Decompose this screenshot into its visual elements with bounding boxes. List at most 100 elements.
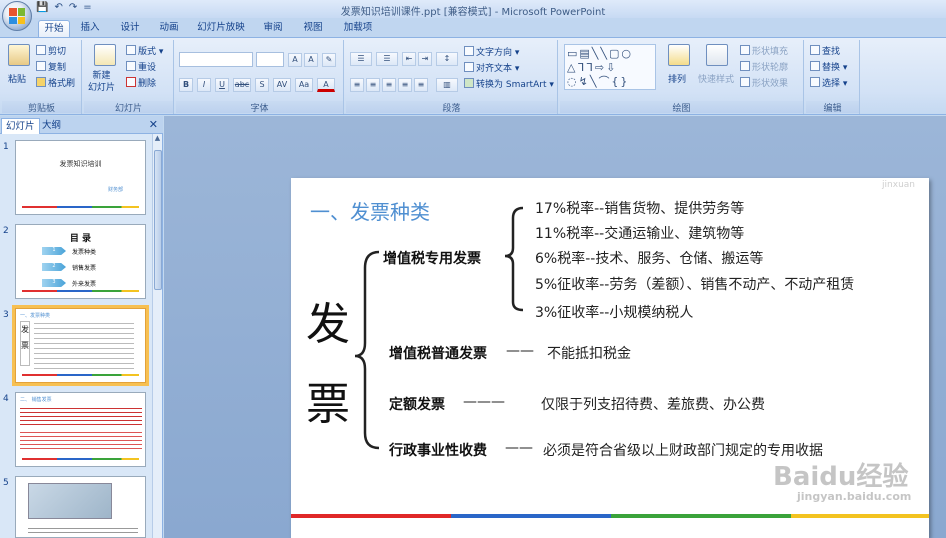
tab-review[interactable]: 审阅 [259, 20, 287, 37]
copy-icon [36, 61, 46, 71]
paste-icon[interactable] [8, 44, 30, 66]
shape-outline-button[interactable]: 形状轮廓 [740, 60, 788, 73]
pane-scrollbar[interactable]: ▲ [152, 134, 162, 538]
char-spacing-button[interactable]: AV [273, 78, 291, 92]
tab-view[interactable]: 视图 [299, 20, 327, 37]
align-right-icon[interactable]: ≡ [382, 78, 396, 92]
tab-home[interactable]: 开始 [38, 20, 70, 37]
slide-thumbnail-3[interactable]: 一、发票种类 发票 [12, 305, 149, 386]
color-bar-yellow [791, 514, 929, 518]
thumb-number: 5 [3, 478, 9, 488]
new-slide-icon[interactable] [94, 44, 116, 66]
decrease-indent-icon[interactable]: ⇤ [402, 52, 416, 66]
font-color-button[interactable]: A [317, 78, 335, 92]
thumb-title: 二、 销售发票 [20, 397, 52, 403]
scroll-thumb[interactable] [154, 150, 162, 290]
align-center-icon[interactable]: ≡ [366, 78, 380, 92]
find-label: 查找 [822, 47, 841, 57]
slide[interactable]: jinxuan 一、发票种类 发 票 增值税专用发票 17%税率--销售货物、提… [291, 178, 929, 538]
reset-button[interactable]: 重设 [126, 60, 156, 73]
vat-special-label: 增值税专用发票 [383, 251, 481, 267]
text-direction-button[interactable]: 文字方向 ▾ [464, 45, 519, 58]
slide-thumbnail-1[interactable]: 发票知识培训 财务部 [15, 140, 146, 215]
baidu-watermark: Baidu经验 [773, 462, 909, 492]
thumb-subtitle: 财务部 [108, 187, 124, 193]
vat-normal-desc: 不能抵扣税金 [547, 346, 631, 362]
office-button[interactable] [2, 1, 32, 31]
scissors-icon [36, 45, 46, 55]
quick-styles-icon[interactable] [706, 44, 728, 66]
quick-styles-button[interactable]: 快速样式 [698, 72, 734, 85]
bold-button[interactable]: B [179, 78, 193, 92]
close-pane-icon[interactable]: ✕ [149, 118, 158, 131]
change-case-button[interactable]: Aa [295, 78, 313, 92]
shapes-gallery[interactable]: ▭▤╲╲▢○ △ᒣᒣ⇨⇩ ◌↯╲⌒{} [564, 44, 656, 90]
new-slide-button[interactable]: 新建 幻灯片 [88, 70, 115, 94]
vat-special-item: 17%税率--销售货物、提供劳务等 [535, 201, 745, 217]
clear-format-icon[interactable]: ✎ [322, 53, 336, 67]
save-icon[interactable]: 💾 [36, 2, 48, 13]
italic-button[interactable]: I [197, 78, 211, 92]
shadow-button[interactable]: S [255, 78, 269, 92]
increase-indent-icon[interactable]: ⇥ [418, 52, 432, 66]
thumb-item: 销售发票 [72, 265, 97, 272]
cut-label: 剪切 [48, 47, 67, 57]
scroll-up-icon[interactable]: ▲ [153, 134, 162, 144]
slide-thumbnail-4[interactable]: 二、 销售发票 [15, 392, 146, 467]
arrange-button[interactable]: 排列 [668, 72, 686, 85]
shapes-icon: ▭▤╲╲▢○ △ᒣᒣ⇨⇩ ◌↯╲⌒{} [567, 47, 634, 88]
align-text-button[interactable]: 对齐文本 ▾ [464, 61, 519, 74]
underline-button[interactable]: U [215, 78, 229, 92]
delete-slide-button[interactable]: 删除 [126, 76, 156, 89]
copy-button[interactable]: 复制 [36, 60, 66, 73]
shrink-font-icon[interactable]: A [304, 53, 318, 67]
thumb-text-lines [34, 319, 134, 369]
grow-font-icon[interactable]: A [288, 53, 302, 67]
slides-group: 新建 幻灯片 版式 ▾ 重设 删除 幻灯片 [84, 40, 174, 114]
strikethrough-button[interactable]: abc [233, 78, 251, 92]
shape-fill-button[interactable]: 形状填充 [740, 44, 788, 57]
thumb-number: 2 [3, 226, 9, 236]
thumb-title: 目 录 [69, 234, 92, 244]
format-painter-button[interactable]: 格式刷 [36, 76, 75, 89]
slide-thumbnail-5[interactable] [15, 476, 146, 538]
select-button[interactable]: 选择 ▾ [810, 76, 847, 89]
tab-outline[interactable]: 大纲 [38, 118, 65, 134]
bullets-icon[interactable]: ☰ [350, 52, 372, 66]
find-button[interactable]: 查找 [810, 44, 840, 57]
tab-addins[interactable]: 加载项 [339, 20, 377, 37]
tab-design[interactable]: 设计 [116, 20, 144, 37]
arrange-icon[interactable] [668, 44, 690, 66]
align-left-icon[interactable]: ≡ [350, 78, 364, 92]
paste-button[interactable]: 粘贴 [8, 72, 26, 85]
customize-qat-icon[interactable]: = [83, 2, 91, 13]
thumb-text-lines [20, 405, 142, 425]
font-size-select[interactable] [256, 52, 284, 67]
numbering-icon[interactable]: ☰ [376, 52, 398, 66]
columns-icon[interactable]: ▥ [436, 78, 458, 92]
undo-icon[interactable]: ↶ [54, 2, 62, 13]
fill-icon [740, 45, 750, 55]
tab-insert[interactable]: 插入 [76, 20, 104, 37]
tab-animations[interactable]: 动画 [155, 20, 183, 37]
vat-normal-label: 增值税普通发票 [389, 346, 487, 362]
shape-effects-button[interactable]: 形状效果 [740, 76, 788, 89]
fixed-invoice-label: 定额发票 [389, 397, 445, 413]
office-logo-icon [9, 8, 25, 24]
layout-button[interactable]: 版式 ▾ [126, 44, 163, 57]
replace-button[interactable]: 替换 ▾ [810, 60, 847, 73]
cut-button[interactable]: 剪切 [36, 44, 66, 57]
pane-tabs: 幻灯片 大纲 ✕ [0, 116, 163, 134]
tab-slideshow[interactable]: 幻灯片放映 [196, 20, 246, 37]
redo-icon[interactable]: ↷ [69, 2, 77, 13]
font-name-select[interactable] [179, 52, 253, 67]
thumb-image [28, 483, 112, 519]
distribute-icon[interactable]: ≡ [414, 78, 428, 92]
smartart-button[interactable]: 转换为 SmartArt ▾ [464, 77, 554, 90]
justify-icon[interactable]: ≡ [398, 78, 412, 92]
line-spacing-icon[interactable]: ↕ [436, 52, 458, 66]
clipboard-label: 剪贴板 [2, 101, 81, 114]
slide-thumbnail-2[interactable]: 目 录 1 发票种类 2 销售发票 3 外来发票 [15, 224, 146, 299]
tab-slides[interactable]: 幻灯片 [1, 118, 40, 134]
thumb-color-bar [22, 458, 139, 460]
